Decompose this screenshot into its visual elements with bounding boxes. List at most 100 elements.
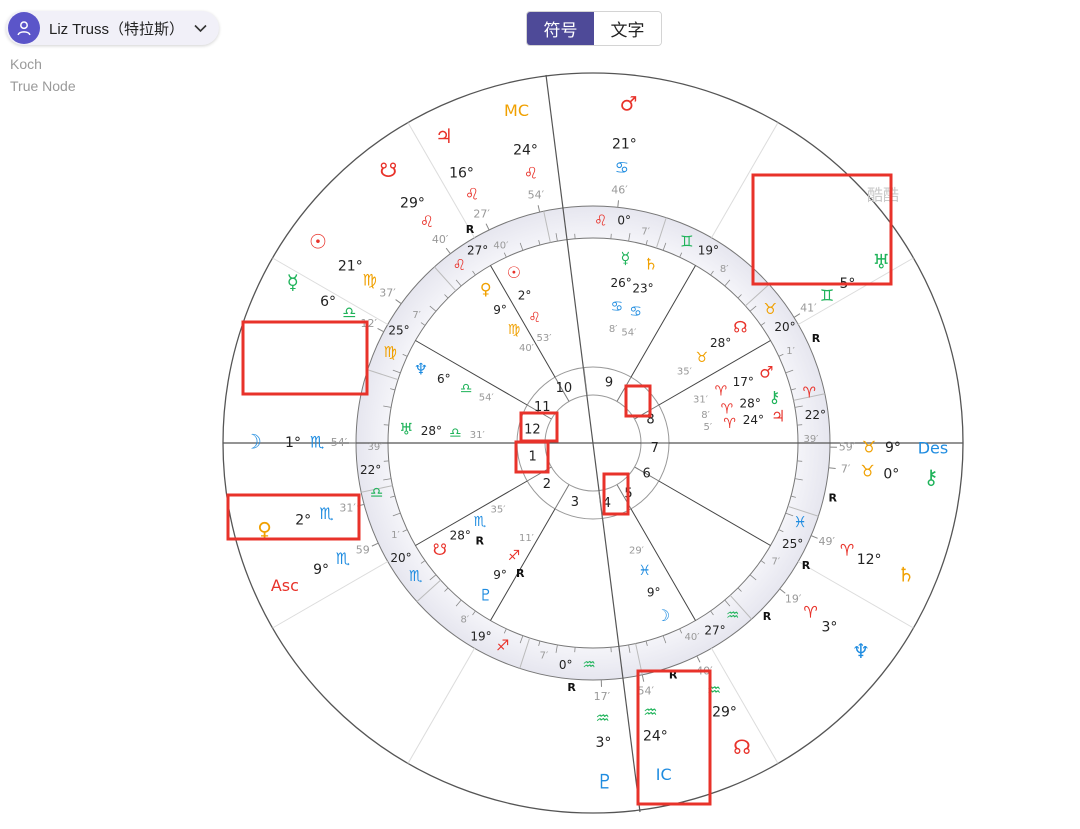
inner-planet-degree: 2° <box>518 289 532 303</box>
planet-minute: 59 <box>356 543 370 556</box>
cusp-sign-pisces-icon: ♓ <box>794 513 807 531</box>
mercury-icon: ☿ <box>287 270 299 294</box>
inner-planet-degree: 9° <box>493 303 507 317</box>
inner-south-node-icon: ☋ <box>433 540 447 559</box>
house-number-10: 10 <box>556 381 573 396</box>
cusp-sign-leo-icon: ♌ <box>594 212 607 230</box>
inner-sun-icon: ☉ <box>507 263 521 282</box>
sign-cancer-icon: ♋ <box>615 158 629 177</box>
cusp-minute: 7′ <box>412 310 421 321</box>
sun-icon: ☉ <box>309 230 327 254</box>
house-number-6: 6 <box>643 467 651 482</box>
planet-minute: 19′ <box>785 592 802 605</box>
planet-minute: 46′ <box>611 183 628 196</box>
retrograde-marker: R <box>812 332 821 345</box>
inner-sign-aries-icon: ♈ <box>715 383 728 399</box>
inner-planet-minute: 5′ <box>704 422 713 433</box>
cusp-minute: 40′ <box>684 632 700 643</box>
inner-uranus-icon: ♅ <box>399 419 413 438</box>
cusp-minute: 40′ <box>493 240 509 251</box>
planet-minute: 54′ <box>331 436 348 449</box>
cusp-minute: 1′ <box>786 346 795 357</box>
sign-aries-icon: ♈ <box>840 540 854 559</box>
retrograde-marker: R <box>763 610 772 623</box>
inner-planet-minute: 8′ <box>701 410 710 421</box>
cusp-degree: 27° <box>467 243 488 257</box>
house-number-12: 12 <box>524 423 541 438</box>
cusp-degree: 20° <box>774 320 795 334</box>
house-number-1: 1 <box>528 449 536 464</box>
sign-leo-icon: ♌ <box>465 184 479 203</box>
inner-sign-pisces-icon: ♓ <box>638 563 651 579</box>
pluto-icon: ♇ <box>596 769 614 793</box>
cusp-degree: 27° <box>704 623 725 637</box>
inner-jupiter-icon: ♃ <box>771 406 785 425</box>
inner-planet-minute: 29′ <box>629 546 645 557</box>
inner-planet-minute: 53′ <box>536 333 552 344</box>
cusp-degree: 0° <box>559 658 573 672</box>
planet-degree: 3° <box>821 620 837 636</box>
neptune-icon: ♆ <box>852 639 870 663</box>
planet-degree: 1° <box>285 435 301 451</box>
planet-degree: 9° <box>885 440 901 456</box>
inner-planet-minute: 31′ <box>470 430 486 441</box>
inner-planet-degree: 17° <box>733 375 754 389</box>
retrograde-marker: R <box>567 681 576 694</box>
sign-aquarius-icon: ♒ <box>595 708 609 727</box>
house-number-3: 3 <box>571 495 579 510</box>
inner-mercury-icon: ☿ <box>621 248 631 267</box>
north-node-icon: ☊ <box>733 735 751 759</box>
planet-degree: 2° <box>295 513 311 529</box>
planet-minute: 59′ <box>839 440 856 453</box>
retrograde-marker: R <box>802 559 811 572</box>
inner-planet-degree: 28° <box>740 396 761 410</box>
cusp-degree: 22° <box>360 463 381 477</box>
inner-pluto-icon: ♇ <box>479 586 493 605</box>
cusp-degree: 25° <box>388 324 409 338</box>
cusp-degree: 22° <box>805 408 826 422</box>
jupiter-icon: ♃ <box>435 124 453 148</box>
cusp-sign-leo-icon: ♌ <box>453 256 466 274</box>
planet-degree: 29° <box>712 705 737 721</box>
inner-planet-degree: 26° <box>610 276 631 290</box>
inner-planet-degree: 9° <box>647 586 661 600</box>
planet-minute: 17′ <box>594 690 611 703</box>
cusp-minute: 7′ <box>772 557 781 568</box>
cusp-sign-gemini-icon: ♊ <box>680 232 693 250</box>
cusp-minute: 39′ <box>368 442 384 453</box>
cusp-sign-sagittarius-icon: ♐ <box>496 636 509 654</box>
planet-degree: 16° <box>449 165 474 181</box>
house-number-7: 7 <box>651 441 659 456</box>
inner-planet-degree: 24° <box>743 413 764 427</box>
cusp-degree: 25° <box>782 537 803 551</box>
inner-planet-minute: 54′ <box>479 393 495 404</box>
inner-sign-taurus-icon: ♉ <box>695 350 708 366</box>
inner-planet-minute: 35′ <box>677 367 693 378</box>
cusp-degree: 20° <box>390 551 411 565</box>
planet-degree: 24° <box>643 728 668 744</box>
sign-gemini-icon: ♊ <box>820 286 834 305</box>
planet-minute: 40′ <box>432 233 449 246</box>
planet-degree: 6° <box>320 294 336 310</box>
uranus-icon: ♅ <box>872 249 890 273</box>
sign-leo-icon: ♌ <box>524 164 538 183</box>
planet-degree: 21° <box>338 259 363 275</box>
ic-icon: IC <box>656 765 672 784</box>
inner-planet-minute: 35′ <box>490 505 506 516</box>
sign-taurus-icon: ♉ <box>860 461 874 480</box>
cusp-minute: 39′ <box>803 434 819 445</box>
inner-sign-cancer-icon: ♋ <box>629 304 642 320</box>
mc-icon: MC <box>504 101 529 120</box>
inner-sign-libra-icon: ♎ <box>460 381 473 397</box>
inner-planet-minute: 8′ <box>609 324 618 335</box>
inner-north-node-icon: ☊ <box>733 317 747 336</box>
inner-moon-icon: ☽ <box>656 606 670 625</box>
inner-sign-sagittarius-icon: ♐ <box>508 548 521 564</box>
cusp-degree: 0° <box>617 214 631 228</box>
asc-icon: Asc <box>271 576 299 595</box>
planet-degree: 29° <box>400 195 425 211</box>
sign-scorpio-icon: ♏ <box>319 504 333 523</box>
cusp-sign-aquarius-icon: ♒ <box>726 606 739 624</box>
mars-icon: ♂ <box>620 91 638 115</box>
inner-sign-aries-icon: ♈ <box>723 416 736 432</box>
